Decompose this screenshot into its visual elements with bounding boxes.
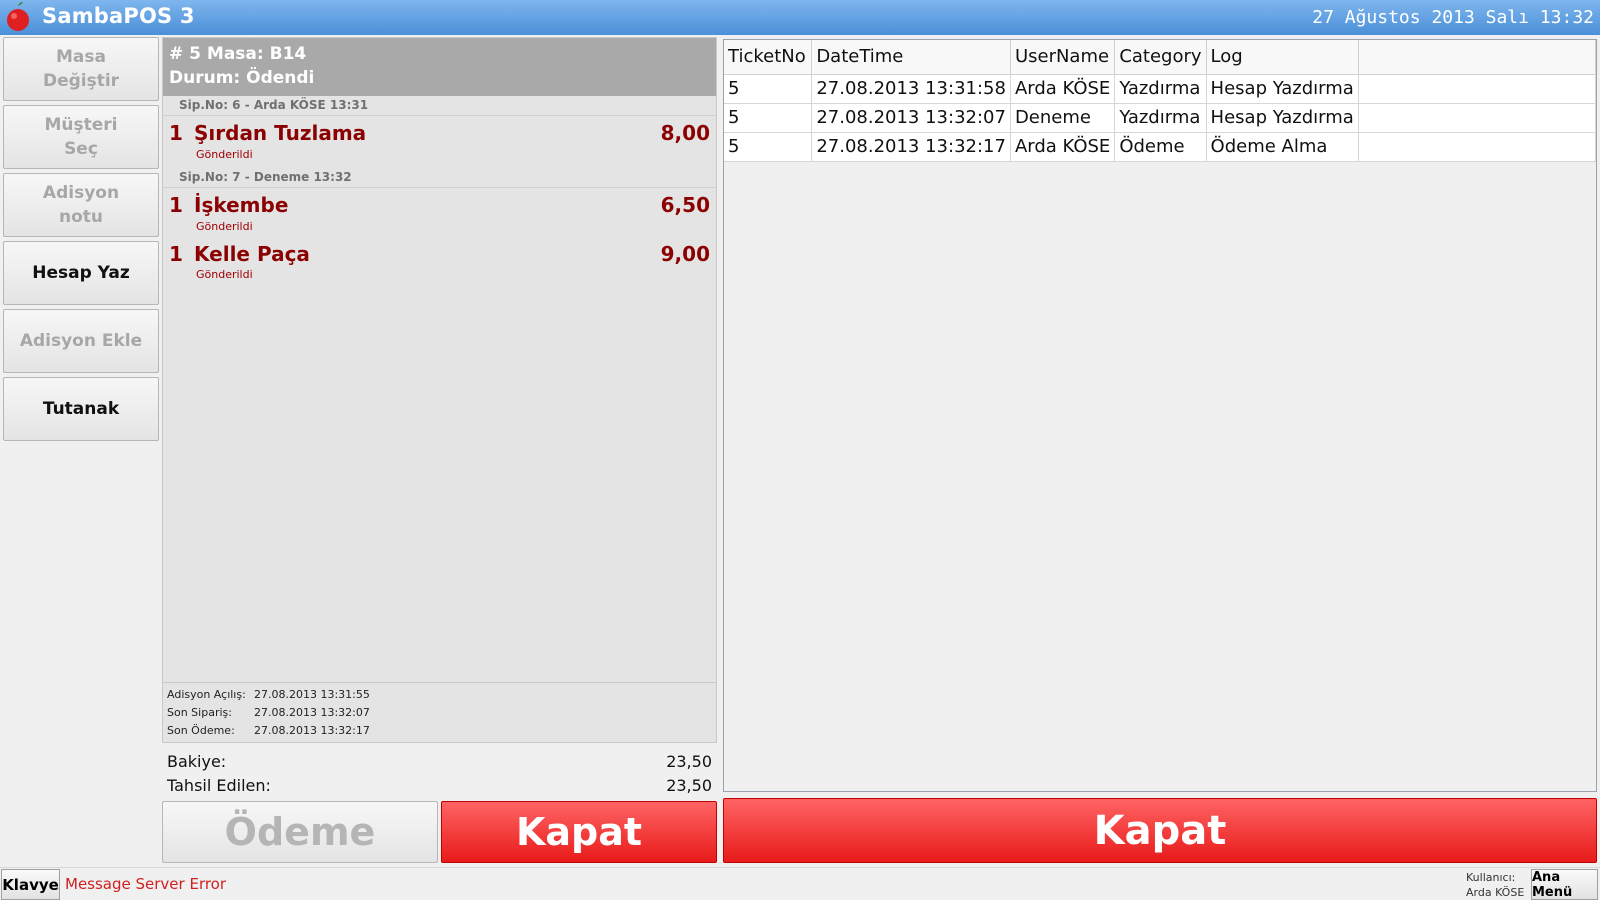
button-label: Ödeme	[224, 810, 376, 854]
print-bill-button[interactable]: Hesap Yaz	[3, 241, 159, 305]
cell-filler	[1358, 132, 1597, 162]
select-customer-button[interactable]: Müşteri Seç	[3, 105, 159, 169]
cell-filler	[1358, 74, 1597, 104]
order-name[interactable]: Kelle Paça	[194, 242, 310, 266]
cell-log: Ödeme Alma	[1206, 132, 1359, 162]
button-label: Müşteri	[44, 115, 118, 135]
ticket-number: # 5 Masa: B14	[169, 44, 307, 64]
main-menu-button[interactable]: Ana Menü	[1531, 869, 1598, 900]
user-caption-label: Kullanıcı:	[1466, 871, 1516, 884]
column-header-category[interactable]: Category	[1114, 40, 1207, 75]
button-label: Kapat	[515, 810, 643, 854]
order-qty: 1	[169, 121, 183, 145]
table-row[interactable]: 5 27.08.2013 13:32:17 Arda KÖSE Ödeme Öd…	[724, 132, 1597, 162]
cell-category: Ödeme	[1114, 132, 1207, 162]
cell-ticket-no: 5	[724, 103, 813, 133]
ticket-note-button[interactable]: Adisyon notu	[3, 173, 159, 237]
button-label: Hesap Yaz	[32, 263, 130, 283]
divider	[163, 187, 716, 188]
button-label: Ana Menü	[1532, 869, 1573, 900]
cell-filler	[1358, 103, 1597, 133]
info-label: Son Ödeme:	[167, 724, 235, 737]
order-qty: 1	[169, 242, 183, 266]
order-status: Gönderildi	[196, 148, 253, 161]
order-name[interactable]: Şırdan Tuzlama	[194, 121, 366, 145]
apple-logo-icon	[7, 2, 29, 31]
payment-button[interactable]: Ödeme	[162, 801, 438, 863]
cell-ticket-no: 5	[724, 132, 813, 162]
column-header-username[interactable]: UserName	[1010, 40, 1116, 75]
info-label: Son Sipariş:	[167, 706, 232, 719]
button-label: Adisyon	[42, 183, 120, 203]
status-message: Message Server Error	[65, 875, 227, 893]
cell-log: Hesap Yazdırma	[1206, 74, 1359, 104]
column-header-log[interactable]: Log	[1206, 40, 1359, 75]
column-filler	[1358, 40, 1597, 75]
order-status: Gönderildi	[196, 220, 253, 233]
balance-value: 23,50	[666, 752, 712, 771]
cell-category: Yazdırma	[1114, 103, 1207, 133]
button-label: Kapat	[1093, 807, 1227, 854]
collected-value: 23,50	[666, 776, 712, 795]
title-bar: SambaPOS 3 27 Ağustos 2013 Salı 13:32	[0, 0, 1600, 35]
log-report-button[interactable]: Tutanak	[3, 377, 159, 441]
divider	[163, 115, 716, 116]
cell-log: Hesap Yazdırma	[1206, 103, 1359, 133]
button-label: Masa	[56, 47, 106, 67]
table-row[interactable]: 5 27.08.2013 13:31:58 Arda KÖSE Yazdırma…	[724, 74, 1597, 104]
order-group-caption: Sip.No: 6 - Arda KÖSE 13:31	[179, 98, 369, 112]
order-status: Gönderildi	[196, 268, 253, 281]
cell-category: Yazdırma	[1114, 74, 1207, 104]
cell-datetime: 27.08.2013 13:32:07	[811, 103, 1011, 133]
cell-ticket-no: 5	[724, 74, 813, 104]
cell-datetime: 27.08.2013 13:31:58	[811, 74, 1011, 104]
button-label: Tutanak	[42, 399, 120, 419]
button-label: notu	[58, 207, 103, 227]
balance-label: Bakiye:	[167, 752, 227, 771]
info-value: 27.08.2013 13:32:17	[254, 724, 370, 737]
order-price: 6,50	[660, 193, 710, 217]
ticket-status: Durum: Ödendi	[169, 68, 315, 88]
clock: 27 Ağustos 2013 Salı 13:32	[1312, 7, 1594, 28]
cell-username: Arda KÖSE	[1010, 74, 1116, 104]
ticket-panel: # 5 Masa: B14 Durum: Ödendi Sip.No: 6 - …	[162, 37, 717, 743]
button-label: Değiştir	[42, 71, 120, 91]
button-label: Klavye	[2, 875, 59, 894]
log-table: TicketNo DateTime UserName Category Log …	[724, 40, 1597, 162]
app-title: SambaPOS 3	[42, 4, 195, 28]
close-large-button[interactable]: Kapat	[723, 798, 1597, 863]
column-header-ticket-no[interactable]: TicketNo	[724, 40, 813, 75]
order-qty: 1	[169, 193, 183, 217]
current-user: Kullanıcı: Arda KÖSE	[1466, 870, 1524, 900]
button-label: Seç	[64, 139, 98, 159]
table-row[interactable]: 5 27.08.2013 13:32:07 Deneme Yazdırma He…	[724, 103, 1597, 133]
order-name[interactable]: İşkembe	[194, 193, 288, 217]
info-value: 27.08.2013 13:31:55	[254, 688, 370, 701]
ticket-header: # 5 Masa: B14 Durum: Ödendi	[163, 38, 716, 96]
cell-username: Arda KÖSE	[1010, 132, 1116, 162]
cell-username: Deneme	[1010, 103, 1116, 133]
keyboard-button[interactable]: Klavye	[1, 869, 60, 900]
change-table-button[interactable]: Masa Değiştir	[3, 37, 159, 101]
column-header-datetime[interactable]: DateTime	[811, 40, 1011, 75]
info-label: Adisyon Açılış:	[167, 688, 246, 701]
user-name: Arda KÖSE	[1466, 886, 1525, 899]
info-value: 27.08.2013 13:32:07	[254, 706, 370, 719]
add-ticket-button[interactable]: Adisyon Ekle	[3, 309, 159, 373]
order-group-caption: Sip.No: 7 - Deneme 13:32	[179, 170, 352, 184]
collected-label: Tahsil Edilen:	[167, 776, 271, 795]
close-button[interactable]: Kapat	[441, 801, 717, 863]
log-header-row: TicketNo DateTime UserName Category Log	[724, 40, 1597, 75]
order-price: 8,00	[660, 121, 710, 145]
log-grid: TicketNo DateTime UserName Category Log …	[723, 39, 1597, 792]
ticket-info: Adisyon Açılış: 27.08.2013 13:31:55 Son …	[163, 682, 716, 742]
order-price: 9,00	[660, 242, 710, 266]
button-label: Adisyon Ekle	[19, 331, 143, 351]
cell-datetime: 27.08.2013 13:32:17	[811, 132, 1011, 162]
status-bar: Klavye Message Server Error Kullanıcı: A…	[0, 867, 1600, 900]
